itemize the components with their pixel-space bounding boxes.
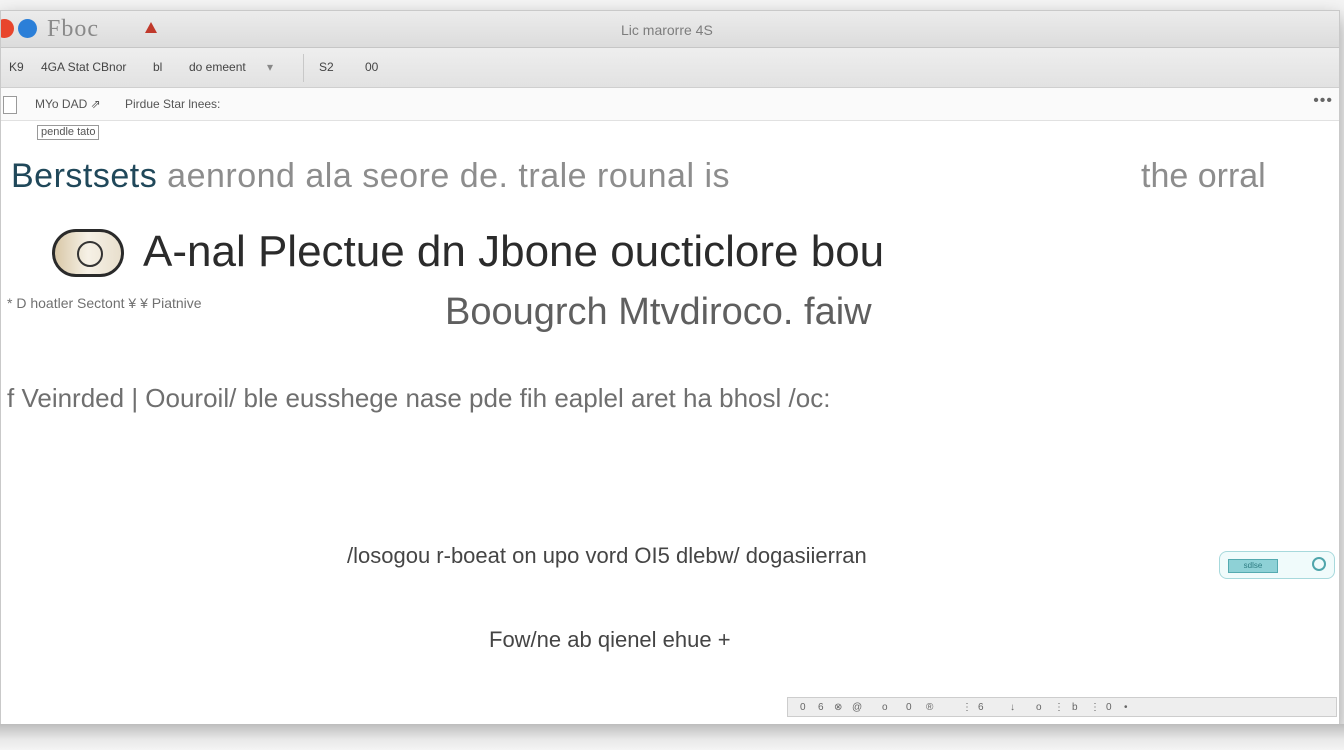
window-shadow (0, 724, 1344, 750)
address-breadcrumb[interactable]: Pirdue Star lnees: (125, 97, 220, 111)
status-icon-15[interactable]: 0 (1106, 702, 1112, 713)
toolbar-item-00[interactable]: 00 (365, 60, 378, 74)
tag-label[interactable]: pendle tato (37, 125, 100, 140)
status-icon-8: ⋮ (962, 702, 972, 713)
status-icon-16[interactable]: • (1124, 702, 1128, 713)
chevron-down-icon[interactable]: ▾ (267, 60, 273, 74)
pill-progress-bar: sdlse (1228, 559, 1278, 573)
status-icon-4[interactable]: @ (852, 702, 862, 713)
status-icon-3[interactable]: ⊗ (834, 702, 842, 713)
more-menu-icon[interactable]: ••• (1313, 92, 1333, 110)
status-bar: 0 6 ⊗ @ o 0 ® ⋮ 6 ↓ o ⋮ b ⋮ 0 • (787, 697, 1337, 717)
hero-title: A-nal Plectue dn Jbone oucticlore bou (143, 227, 885, 276)
toolbar-item-bl[interactable]: bl (153, 60, 162, 74)
toolbar-divider (303, 54, 304, 82)
window-title: Lic marorre 4S (621, 22, 713, 38)
status-icon-2[interactable]: 6 (818, 702, 824, 713)
toolbar-item-document[interactable]: do emeent (189, 60, 246, 74)
address-bar[interactable]: MYo DAD ⇗ Pirdue Star lnees: ••• (1, 88, 1339, 121)
status-icon-10[interactable]: ↓ (1010, 702, 1015, 713)
page-icon (3, 96, 17, 114)
page-content: pendle tato Berstsets aenrond ala seore … (1, 121, 1339, 725)
browser-window: Fboc Lic marorre 4S K9 4GA Stat CBnor bl… (0, 10, 1340, 726)
toolbar-item-s2[interactable]: S2 (319, 60, 334, 74)
status-icon-6[interactable]: 0 (906, 702, 912, 713)
app-name: Fboc (47, 16, 99, 42)
address-text[interactable]: MYo DAD ⇗ (35, 97, 101, 111)
status-icon-11[interactable]: o (1036, 702, 1042, 713)
toggle-pill[interactable]: sdlse (1219, 551, 1335, 579)
back-button[interactable]: K9 (9, 60, 24, 74)
camera-icon (52, 229, 124, 277)
prompt-text: /losogou r-boeat on upo vord OI5 dlebw/ … (347, 543, 867, 568)
headline-brand: Berstsets (11, 157, 158, 195)
status-icon-13[interactable]: b (1072, 702, 1078, 713)
follow-link[interactable]: Fow/ne ab qienel ehue + (489, 627, 731, 653)
headline-text: aenrond ala seore de. trale rounal is (167, 157, 731, 195)
title-bar: Fboc Lic marorre 4S (1, 11, 1339, 48)
warning-icon (145, 22, 157, 33)
status-icon-9[interactable]: 6 (978, 702, 984, 713)
close-window-button[interactable] (1, 19, 14, 38)
status-icon-14: ⋮ (1090, 702, 1100, 713)
status-icon-12: ⋮ (1054, 702, 1064, 713)
toolbar: K9 4GA Stat CBnor bl do emeent ▾ S2 00 (1, 48, 1339, 88)
circle-icon[interactable] (1312, 557, 1326, 571)
toolbar-item-stat[interactable]: 4GA Stat CBnor (41, 60, 126, 74)
sub-title: Boougrch Mtvdiroco. faiw (445, 291, 872, 333)
page-headline: Berstsets aenrond ala seore de. trale ro… (11, 157, 730, 196)
status-icon-5[interactable]: o (882, 702, 888, 713)
body-text: f Veinrded | Oouroil/ ble eusshege nase … (7, 383, 831, 413)
section-label[interactable]: * D hoatler Sectont ¥ ¥ Piatnive (7, 295, 202, 311)
status-icon-1[interactable]: 0 (800, 702, 806, 713)
headline-right-text: the orral (1141, 157, 1266, 195)
status-icon-7[interactable]: ® (926, 702, 933, 713)
minimize-window-button[interactable] (18, 19, 37, 38)
